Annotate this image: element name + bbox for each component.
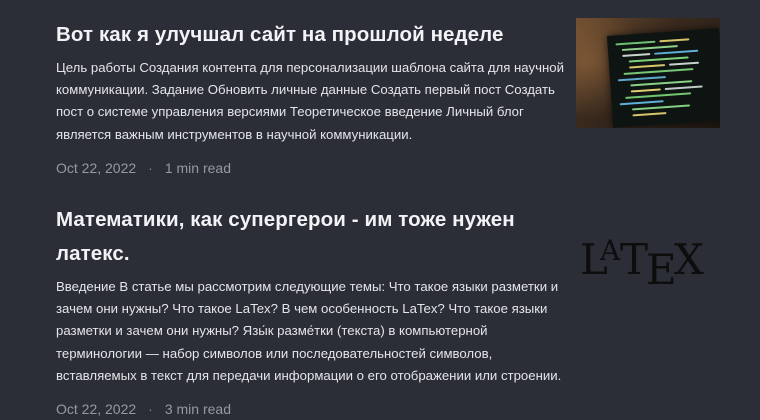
meta-separator: ·	[148, 159, 153, 176]
svg-text:T: T	[620, 235, 648, 284]
post-text: Математики, как супергерои - им тоже нуж…	[56, 203, 566, 417]
code-screen-image	[606, 28, 720, 128]
post-card[interactable]: Вот как я улучшал сайт на прошлой неделе…	[56, 18, 720, 176]
svg-text:A: A	[599, 234, 621, 267]
post-thumbnail-latex[interactable]: L A T E X	[576, 203, 720, 313]
svg-text:X: X	[674, 235, 704, 284]
post-date: Oct 22, 2022	[56, 159, 137, 176]
post-date: Oct 22, 2022	[56, 401, 137, 418]
post-excerpt: Цель работы Создания контента для персон…	[56, 60, 564, 142]
post-title-link[interactable]: Вот как я улучшал сайт на прошлой неделе	[56, 18, 566, 52]
post-read-time: 1 min read	[164, 159, 231, 176]
svg-text:E: E	[646, 245, 677, 286]
post-read-time: 3 min read	[164, 401, 231, 418]
post-thumbnail-code-screen[interactable]	[576, 18, 720, 128]
post-card[interactable]: Математики, как супергерои - им тоже нуж…	[56, 203, 720, 417]
post-title-link[interactable]: Математики, как супергерои - им тоже нуж…	[56, 203, 566, 271]
post-excerpt: Введение В статье мы рассмотрим следующи…	[56, 279, 562, 383]
post-meta: Oct 22, 2022 · 3 min read	[56, 401, 566, 417]
meta-separator: ·	[148, 401, 153, 418]
post-text: Вот как я улучшал сайт на прошлой неделе…	[56, 18, 566, 176]
post-meta: Oct 22, 2022 · 1 min read	[56, 160, 566, 176]
latex-logo: L A T E X	[580, 234, 704, 286]
